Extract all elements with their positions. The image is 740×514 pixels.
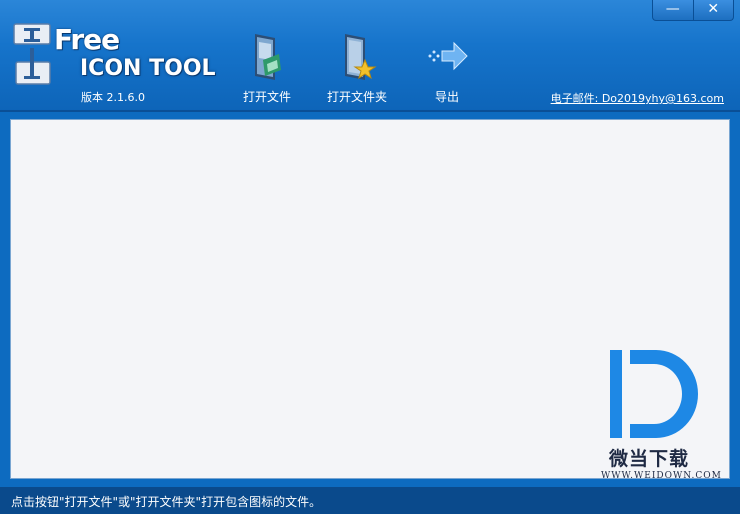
open-file-icon xyxy=(255,34,281,80)
open-folder-label: 打开文件夹 xyxy=(326,90,387,104)
export-label: 导出 xyxy=(434,90,459,104)
open-file-button[interactable]: 打开文件 xyxy=(222,30,312,105)
version-label: 版本 2.1.6.0 xyxy=(81,91,145,104)
close-button[interactable]: ✕ xyxy=(692,0,734,20)
app-logo-icon xyxy=(13,23,51,85)
status-text: 点击按钮"打开文件"或"打开文件夹"打开包含图标的文件。 xyxy=(11,495,322,509)
status-bar: 点击按钮"打开文件"或"打开文件夹"打开包含图标的文件。 xyxy=(0,487,740,514)
open-folder-icon xyxy=(345,34,377,80)
email-link[interactable]: 电子邮件: Do2019yhy@163.com xyxy=(551,90,724,106)
header-divider xyxy=(0,110,740,112)
logo-free-text: Free xyxy=(54,23,120,56)
watermark-brand: 微当下载 xyxy=(609,448,690,470)
open-file-label: 打开文件 xyxy=(242,90,291,104)
header: — ✕ Free ICON TOOL 版本 2.1.6.0 打开文件 打开文件夹… xyxy=(0,0,740,112)
logo-title: ICON TOOL xyxy=(80,56,216,81)
minimize-button[interactable]: — xyxy=(653,0,693,20)
open-folder-button[interactable]: 打开文件夹 xyxy=(312,30,402,105)
app-window: — ✕ Free ICON TOOL 版本 2.1.6.0 打开文件 打开文件夹… xyxy=(0,0,740,514)
window-controls: — ✕ xyxy=(652,0,734,21)
export-arrow-icon xyxy=(428,41,468,71)
watermark-site: WWW.WEIDOWN.COM xyxy=(601,471,722,481)
export-button[interactable]: 导出 xyxy=(402,30,492,105)
